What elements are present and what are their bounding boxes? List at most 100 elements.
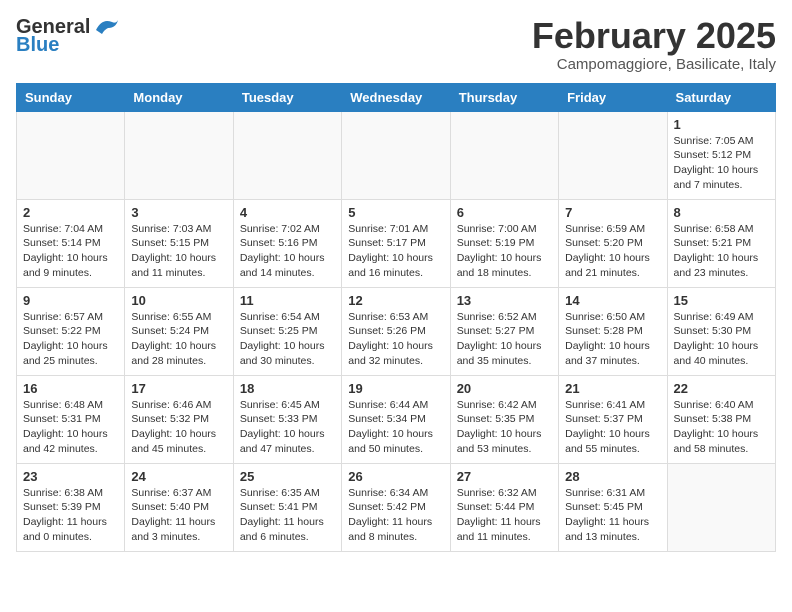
calendar-title: February 2025 — [532, 16, 776, 56]
calendar-cell: 28 Sunrise: 6:31 AMSunset: 5:45 PMDayligh… — [559, 463, 667, 551]
day-info: Sunrise: 6:48 AMSunset: 5:31 PMDaylight:… — [23, 398, 118, 457]
col-header-thursday: Thursday — [450, 83, 558, 111]
day-info: Sunrise: 6:45 AMSunset: 5:33 PMDaylight:… — [240, 398, 335, 457]
calendar-table: SundayMondayTuesdayWednesdayThursdayFrid… — [16, 83, 776, 552]
day-number: 1 — [674, 117, 769, 132]
day-info: Sunrise: 6:46 AMSunset: 5:32 PMDaylight:… — [131, 398, 226, 457]
calendar-cell — [559, 111, 667, 199]
week-row-1: 2Sunrise: 7:04 AMSunset: 5:14 PMDaylight… — [17, 199, 776, 287]
day-info: Sunrise: 6:42 AMSunset: 5:35 PMDaylight:… — [457, 398, 552, 457]
day-number: 11 — [240, 293, 335, 308]
day-number: 12 — [348, 293, 443, 308]
calendar-cell — [667, 463, 775, 551]
day-number: 18 — [240, 381, 335, 396]
day-number: 27 — [457, 469, 552, 484]
day-number: 19 — [348, 381, 443, 396]
day-info: Sunrise: 7:05 AMSunset: 5:12 PMDaylight:… — [674, 134, 769, 193]
calendar-cell — [342, 111, 450, 199]
calendar-cell: 4Sunrise: 7:02 AMSunset: 5:16 PMDaylight… — [233, 199, 341, 287]
day-number: 6 — [457, 205, 552, 220]
day-info: Sunrise: 6:34 AMSunset: 5:42 PMDaylight:… — [348, 486, 443, 545]
day-number: 7 — [565, 205, 660, 220]
logo-blue-text: Blue — [16, 34, 59, 56]
day-info: Sunrise: 7:03 AMSunset: 5:15 PMDaylight:… — [131, 222, 226, 281]
day-number: 15 — [674, 293, 769, 308]
day-info: Sunrise: 6:31 AMSunset: 5:45 PMDaylight:… — [565, 486, 660, 545]
calendar-cell: 8 Sunrise: 6:58 AMSunset: 5:21 PMDaylight… — [667, 199, 775, 287]
day-info: Sunrise: 6:55 AMSunset: 5:24 PMDaylight:… — [131, 310, 226, 369]
col-header-sunday: Sunday — [17, 83, 125, 111]
day-number: 10 — [131, 293, 226, 308]
calendar-cell: 17Sunrise: 6:46 AMSunset: 5:32 PMDayligh… — [125, 375, 233, 463]
calendar-cell: 3 Sunrise: 7:03 AMSunset: 5:15 PMDaylight… — [125, 199, 233, 287]
calendar-cell: 22 Sunrise: 6:40 AMSunset: 5:38 PMDayligh… — [667, 375, 775, 463]
day-number: 22 — [674, 381, 769, 396]
calendar-cell — [125, 111, 233, 199]
day-number: 14 — [565, 293, 660, 308]
calendar-cell: 23 Sunrise: 6:38 AMSunset: 5:39 PMDayligh… — [17, 463, 125, 551]
day-info: Sunrise: 6:57 AMSunset: 5:22 PMDaylight:… — [23, 310, 118, 369]
calendar-cell — [233, 111, 341, 199]
day-number: 16 — [23, 381, 118, 396]
week-row-2: 9 Sunrise: 6:57 AMSunset: 5:22 PMDaylight… — [17, 287, 776, 375]
calendar-cell — [17, 111, 125, 199]
day-info: Sunrise: 6:58 AMSunset: 5:21 PMDaylight:… — [674, 222, 769, 281]
week-row-0: 1 Sunrise: 7:05 AMSunset: 5:12 PMDaylight… — [17, 111, 776, 199]
day-info: Sunrise: 6:49 AMSunset: 5:30 PMDaylight:… — [674, 310, 769, 369]
calendar-cell: 6 Sunrise: 7:00 AMSunset: 5:19 PMDaylight… — [450, 199, 558, 287]
calendar-cell — [450, 111, 558, 199]
day-info: Sunrise: 7:00 AMSunset: 5:19 PMDaylight:… — [457, 222, 552, 281]
calendar-cell: 14 Sunrise: 6:50 AMSunset: 5:28 PMDayligh… — [559, 287, 667, 375]
calendar-cell: 7 Sunrise: 6:59 AMSunset: 5:20 PMDaylight… — [559, 199, 667, 287]
col-header-monday: Monday — [125, 83, 233, 111]
day-info: Sunrise: 6:35 AMSunset: 5:41 PMDaylight:… — [240, 486, 335, 545]
col-header-saturday: Saturday — [667, 83, 775, 111]
calendar-cell: 16 Sunrise: 6:48 AMSunset: 5:31 PMDayligh… — [17, 375, 125, 463]
calendar-cell: 24 Sunrise: 6:37 AMSunset: 5:40 PMDayligh… — [125, 463, 233, 551]
day-number: 23 — [23, 469, 118, 484]
col-header-friday: Friday — [559, 83, 667, 111]
day-info: Sunrise: 6:38 AMSunset: 5:39 PMDaylight:… — [23, 486, 118, 545]
calendar-cell: 12 Sunrise: 6:53 AMSunset: 5:26 PMDayligh… — [342, 287, 450, 375]
calendar-subtitle: Campomaggiore, Basilicate, Italy — [532, 56, 776, 73]
page-header: General Blue February 2025 Campomaggiore… — [16, 16, 776, 73]
day-info: Sunrise: 7:04 AMSunset: 5:14 PMDaylight:… — [23, 222, 118, 281]
day-info: Sunrise: 6:50 AMSunset: 5:28 PMDaylight:… — [565, 310, 660, 369]
calendar-cell: 27 Sunrise: 6:32 AMSunset: 5:44 PMDayligh… — [450, 463, 558, 551]
calendar-cell: 9 Sunrise: 6:57 AMSunset: 5:22 PMDaylight… — [17, 287, 125, 375]
day-info: Sunrise: 6:59 AMSunset: 5:20 PMDaylight:… — [565, 222, 660, 281]
calendar-cell: 21 Sunrise: 6:41 AMSunset: 5:37 PMDayligh… — [559, 375, 667, 463]
day-number: 9 — [23, 293, 118, 308]
calendar-cell: 20 Sunrise: 6:42 AMSunset: 5:35 PMDayligh… — [450, 375, 558, 463]
day-number: 21 — [565, 381, 660, 396]
day-info: Sunrise: 6:37 AMSunset: 5:40 PMDaylight:… — [131, 486, 226, 545]
calendar-cell: 18 Sunrise: 6:45 AMSunset: 5:33 PMDayligh… — [233, 375, 341, 463]
day-number: 25 — [240, 469, 335, 484]
day-number: 20 — [457, 381, 552, 396]
day-number: 3 — [131, 205, 226, 220]
title-block: February 2025 Campomaggiore, Basilicate,… — [532, 16, 776, 73]
calendar-cell: 13 Sunrise: 6:52 AMSunset: 5:27 PMDayligh… — [450, 287, 558, 375]
calendar-cell: 19Sunrise: 6:44 AMSunset: 5:34 PMDayligh… — [342, 375, 450, 463]
day-info: Sunrise: 6:40 AMSunset: 5:38 PMDaylight:… — [674, 398, 769, 457]
week-row-3: 16 Sunrise: 6:48 AMSunset: 5:31 PMDayligh… — [17, 375, 776, 463]
day-number: 4 — [240, 205, 335, 220]
day-number: 5 — [348, 205, 443, 220]
day-info: Sunrise: 6:41 AMSunset: 5:37 PMDaylight:… — [565, 398, 660, 457]
day-number: 24 — [131, 469, 226, 484]
col-header-wednesday: Wednesday — [342, 83, 450, 111]
day-info: Sunrise: 6:53 AMSunset: 5:26 PMDaylight:… — [348, 310, 443, 369]
calendar-cell: 5 Sunrise: 7:01 AMSunset: 5:17 PMDaylight… — [342, 199, 450, 287]
day-number: 8 — [674, 205, 769, 220]
day-number: 26 — [348, 469, 443, 484]
day-info: Sunrise: 6:52 AMSunset: 5:27 PMDaylight:… — [457, 310, 552, 369]
day-number: 28 — [565, 469, 660, 484]
day-number: 13 — [457, 293, 552, 308]
day-info: Sunrise: 7:01 AMSunset: 5:17 PMDaylight:… — [348, 222, 443, 281]
calendar-cell: 2Sunrise: 7:04 AMSunset: 5:14 PMDaylight… — [17, 199, 125, 287]
day-info: Sunrise: 6:32 AMSunset: 5:44 PMDaylight:… — [457, 486, 552, 545]
calendar-cell: 1 Sunrise: 7:05 AMSunset: 5:12 PMDaylight… — [667, 111, 775, 199]
calendar-cell: 26 Sunrise: 6:34 AMSunset: 5:42 PMDayligh… — [342, 463, 450, 551]
week-row-4: 23 Sunrise: 6:38 AMSunset: 5:39 PMDayligh… — [17, 463, 776, 551]
col-header-tuesday: Tuesday — [233, 83, 341, 111]
